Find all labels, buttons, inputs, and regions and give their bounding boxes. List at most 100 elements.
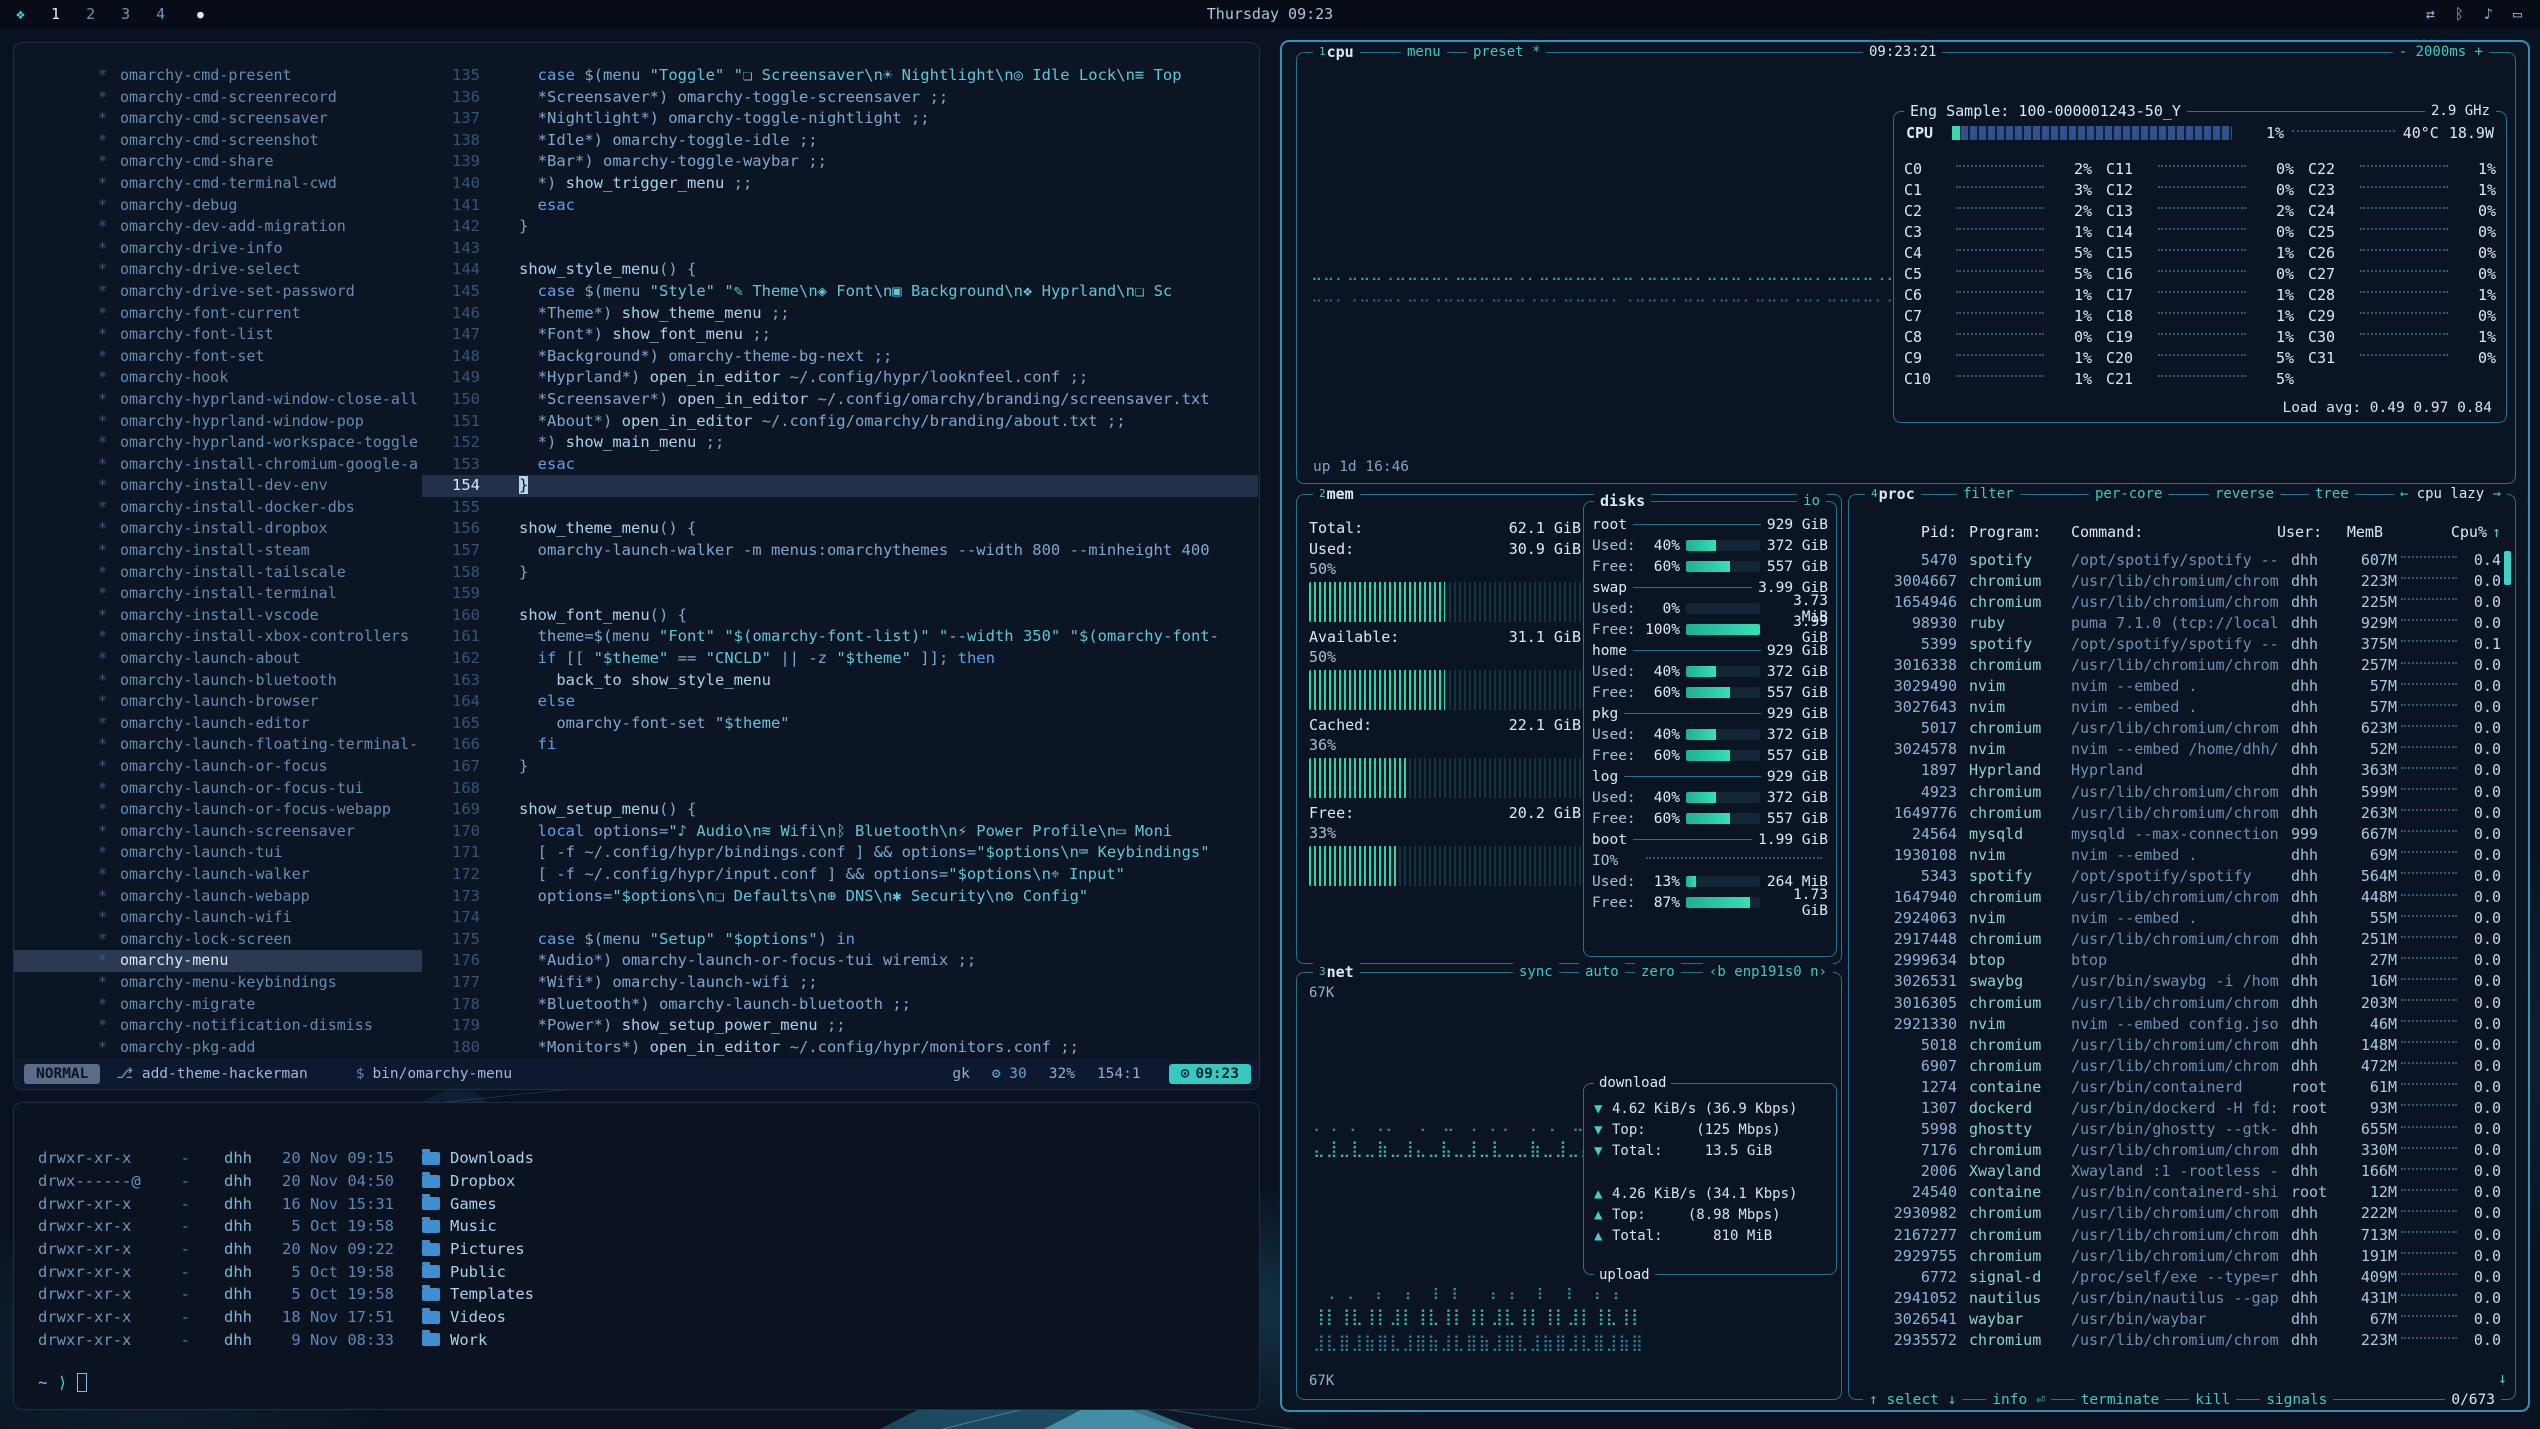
sidebar-file-item[interactable]: *omarchy-install-chromium-google-a [14, 454, 422, 476]
code-line[interactable]: 143 [422, 238, 1258, 260]
code-line[interactable]: 142} [422, 216, 1258, 238]
process-row[interactable]: 24540containe/usr/bin/containerd-shiroot… [1859, 1182, 2501, 1203]
code-line[interactable]: 147 *Font*) show_font_menu ;; [422, 324, 1258, 346]
sidebar-file-item[interactable]: *omarchy-lock-screen [14, 929, 422, 951]
code-line[interactable]: 151 *About*) open_in_editor ~/.config/om… [422, 411, 1258, 433]
code-line[interactable]: 171 [ -f ~/.config/hypr/bindings.conf ] … [422, 842, 1258, 864]
process-scrollbar[interactable] [2504, 551, 2511, 585]
file-row[interactable]: drwxr-xr-x-dhh5 Oct 19:58Public [38, 1260, 534, 1283]
process-row[interactable]: 24564mysqldmysqld --max-connection999667… [1859, 823, 2501, 844]
process-row[interactable]: 5399spotify/opt/spotify/spotify --dhh375… [1859, 633, 2501, 654]
code-line[interactable]: 152 *) show_main_menu ;; [422, 432, 1258, 454]
code-line[interactable]: 176 *Audio*) omarchy-launch-or-focus-tui… [422, 950, 1258, 972]
sidebar-file-item[interactable]: *omarchy-font-current [14, 303, 422, 325]
sidebar-file-item[interactable]: *omarchy-install-dev-env [14, 475, 422, 497]
process-row[interactable]: 2006XwaylandXwayland :1 -rootless -dhh16… [1859, 1161, 2501, 1182]
process-row[interactable]: 1307dockerd/usr/bin/dockerd -H fd:root93… [1859, 1097, 2501, 1118]
process-row[interactable]: 5018chromium/usr/lib/chromium/chromdhh14… [1859, 1034, 2501, 1055]
file-row[interactable]: drwxr-xr-x-dhh5 Oct 19:58Music [38, 1215, 534, 1238]
sidebar-file-item[interactable]: *omarchy-pkg-add [14, 1037, 422, 1059]
process-list[interactable]: 5470spotify/opt/spotify/spotify --dhh607… [1859, 549, 2501, 1389]
code-editor[interactable]: 135 case $(menu "Toggle" "❏ Screensaver\… [422, 65, 1258, 1059]
process-row[interactable]: 5470spotify/opt/spotify/spotify --dhh607… [1859, 549, 2501, 570]
refresh-interval-control[interactable]: - 2000ms + [2393, 42, 2489, 62]
code-line[interactable]: 175 case $(menu "Setup" "$options") in [422, 929, 1258, 951]
code-line[interactable]: 158} [422, 562, 1258, 584]
code-line[interactable]: 170 local options="♪ Audio\n≋ Wifi\nᛒ Bl… [422, 821, 1258, 843]
process-row[interactable]: 3004667chromium/usr/lib/chromium/chromdh… [1859, 570, 2501, 591]
proc-reverse-tab[interactable]: reverse [2209, 484, 2280, 504]
code-line[interactable]: 177 *Wifi*) omarchy-launch-wifi ;; [422, 972, 1258, 994]
mem-box-title[interactable]: 2mem [1313, 484, 1360, 504]
process-row[interactable]: 3016305chromium/usr/lib/chromium/chromdh… [1859, 992, 2501, 1013]
btop-preset-tab[interactable]: preset * [1467, 42, 1546, 62]
code-line[interactable]: 168 [422, 778, 1258, 800]
process-row[interactable]: 3029490nvimnvim --embed .dhh57M0.0 [1859, 676, 2501, 697]
net-box-title[interactable]: 3net [1313, 962, 1360, 982]
sidebar-file-item[interactable]: *omarchy-install-docker-dbs [14, 497, 422, 519]
process-row[interactable]: 1654946chromium/usr/lib/chromium/chromdh… [1859, 591, 2501, 612]
code-line[interactable]: 160show_font_menu() { [422, 605, 1258, 627]
network-arrows-icon[interactable]: ⇄ [2426, 5, 2435, 23]
code-line[interactable]: 173 options="$options\n❏ Defaults\n⊕ DNS… [422, 886, 1258, 908]
code-line[interactable]: 162 if [[ "$theme" == "CNCLD" || -z "$th… [422, 648, 1258, 670]
sidebar-file-item[interactable]: *omarchy-font-set [14, 346, 422, 368]
terminate-button[interactable]: terminate [2075, 1390, 2166, 1410]
sidebar-file-item[interactable]: *omarchy-launch-bluetooth [14, 670, 422, 692]
sidebar-file-item[interactable]: *omarchy-install-steam [14, 540, 422, 562]
process-row[interactable]: 2941052nautilus/usr/bin/nautilus --gapdh… [1859, 1287, 2501, 1308]
code-line[interactable]: 169show_setup_menu() { [422, 799, 1258, 821]
btop-menu-tab[interactable]: menu [1401, 42, 1447, 62]
sidebar-file-item[interactable]: *omarchy-drive-set-password [14, 281, 422, 303]
process-row[interactable]: 3016338chromium/usr/lib/chromium/chromdh… [1859, 654, 2501, 675]
disks-io-tab[interactable]: io [1797, 491, 1826, 511]
code-line[interactable]: 161 theme=$(menu "Font" "$(omarchy-font-… [422, 626, 1258, 648]
select-button[interactable]: ↑ select ↓ [1863, 1390, 1962, 1410]
code-line[interactable]: 139 *Bar*) omarchy-toggle-waybar ;; [422, 151, 1258, 173]
code-line[interactable]: 154} [422, 475, 1258, 497]
code-line[interactable]: 155 [422, 497, 1258, 519]
sidebar-file-item[interactable]: *omarchy-launch-or-focus-webapp [14, 799, 422, 821]
code-line[interactable]: 137 *Nightlight*) omarchy-toggle-nightli… [422, 108, 1258, 130]
workspace-3[interactable]: 3 [121, 5, 130, 23]
sidebar-file-item[interactable]: *omarchy-launch-wifi [14, 907, 422, 929]
battery-icon[interactable]: ▭ [2513, 5, 2522, 23]
sidebar-file-item[interactable]: *omarchy-launch-walker [14, 864, 422, 886]
sidebar-file-item[interactable]: *omarchy-cmd-terminal-cwd [14, 173, 422, 195]
process-row[interactable]: 98930rubypuma 7.1.0 (tcp://localdhh929M0… [1859, 612, 2501, 633]
net-zero-tab[interactable]: zero [1635, 962, 1681, 982]
net-interface-selector[interactable]: ‹b enp191s0 n› [1703, 962, 1833, 982]
volume-icon[interactable]: ♪ [2484, 5, 2493, 23]
sidebar-file-item[interactable]: *omarchy-install-dropbox [14, 518, 422, 540]
process-row[interactable]: 2929755chromium/usr/lib/chromium/chromdh… [1859, 1245, 2501, 1266]
sidebar-file-item[interactable]: *omarchy-font-list [14, 324, 422, 346]
proc-sort-selector[interactable]: ← cpu lazy → [2394, 484, 2507, 504]
process-row[interactable]: 1274containe/usr/bin/containerdroot61M0.… [1859, 1076, 2501, 1097]
process-row[interactable]: 2924063nvimnvim --embed .dhh55M0.0 [1859, 908, 2501, 929]
code-line[interactable]: 136 *Screensaver*) omarchy-toggle-screen… [422, 87, 1258, 109]
clock[interactable]: Thursday 09:23 [1207, 5, 1333, 23]
process-row[interactable]: 6772signal-d/proc/self/exe --type=rdhh40… [1859, 1266, 2501, 1287]
sidebar-file-item[interactable]: *omarchy-cmd-screensaver [14, 108, 422, 130]
shell-prompt[interactable]: ~ ⟩ [38, 1373, 87, 1392]
file-row[interactable]: drwx------@-dhh20 Nov 04:50Dropbox [38, 1170, 534, 1193]
process-row[interactable]: 5998ghostty/usr/bin/ghostty --gtk-dhh655… [1859, 1119, 2501, 1140]
file-row[interactable]: drwxr-xr-x-dhh20 Nov 09:15Downloads [38, 1147, 534, 1170]
sidebar-file-item[interactable]: *omarchy-launch-about [14, 648, 422, 670]
sidebar-file-item[interactable]: *omarchy-cmd-screenshot [14, 130, 422, 152]
sidebar-file-item[interactable]: *omarchy-hook [14, 367, 422, 389]
sidebar-file-item[interactable]: *omarchy-launch-tui [14, 842, 422, 864]
code-line[interactable]: 163 back_to show_style_menu [422, 670, 1258, 692]
process-row[interactable]: 7176chromium/usr/lib/chromium/chromdhh33… [1859, 1140, 2501, 1161]
file-row[interactable]: drwxr-xr-x-dhh5 Oct 19:58Templates [38, 1283, 534, 1306]
process-row[interactable]: 5343spotify/opt/spotify/spotifydhh564M0.… [1859, 865, 2501, 886]
code-line[interactable]: 166 fi [422, 734, 1258, 756]
scroll-down-icon[interactable]: ↓ [2498, 1369, 2507, 1387]
sidebar-file-item[interactable]: *omarchy-launch-browser [14, 691, 422, 713]
code-line[interactable]: 178 *Bluetooth*) omarchy-launch-bluetoot… [422, 994, 1258, 1016]
code-line[interactable]: 174 [422, 907, 1258, 929]
sidebar-file-item[interactable]: *omarchy-hyprland-window-close-all [14, 389, 422, 411]
code-line[interactable]: 172 [ -f ~/.config/hypr/input.conf ] && … [422, 864, 1258, 886]
process-row[interactable]: 2921330nvimnvim --embed config.jsodhh46M… [1859, 1013, 2501, 1034]
sidebar-file-item[interactable]: *omarchy-launch-floating-terminal- [14, 734, 422, 756]
